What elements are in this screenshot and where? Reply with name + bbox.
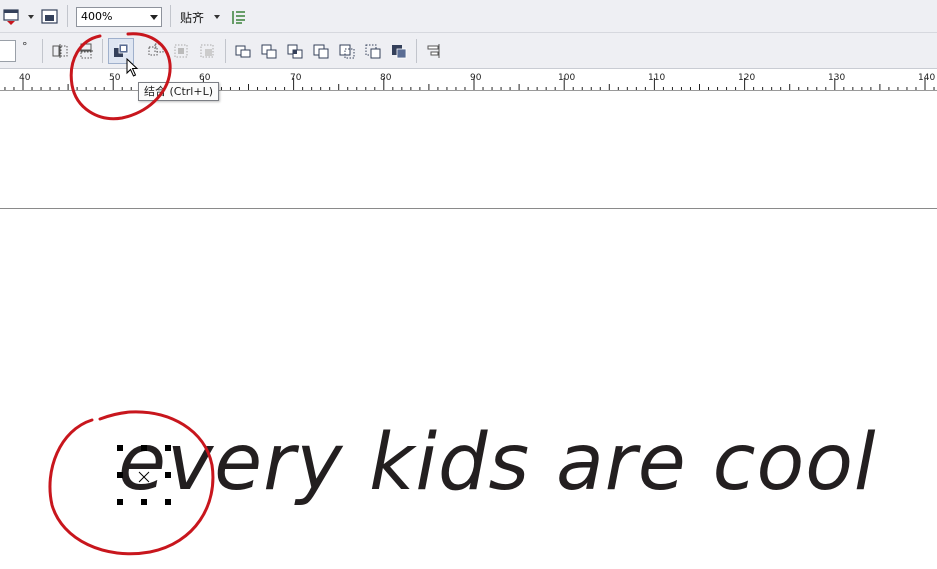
ruler-label: 120	[738, 73, 756, 83]
degree-unit: °	[22, 40, 28, 53]
selection-handle[interactable]	[117, 445, 123, 451]
group-icon[interactable]	[172, 41, 192, 61]
canvas-text-object[interactable]: every kids are cool	[118, 424, 877, 502]
snap-to-button[interactable]: 贴齐	[180, 9, 204, 26]
front-minus-back-icon[interactable]	[337, 41, 357, 61]
ruler-label: 80	[380, 73, 392, 83]
intersect-icon[interactable]	[285, 41, 305, 61]
snap-dropdown-icon[interactable]	[214, 15, 220, 19]
boundary-icon[interactable]	[389, 41, 409, 61]
ruler-label: 100	[558, 73, 576, 83]
ruler-label: 90	[470, 73, 482, 83]
selection-handle[interactable]	[165, 445, 171, 451]
selection-handle[interactable]	[141, 499, 147, 505]
align-icon[interactable]	[424, 41, 444, 61]
selection-handle[interactable]	[165, 499, 171, 505]
page-setup-icon[interactable]	[2, 7, 22, 27]
break-apart-icon[interactable]	[146, 41, 166, 61]
snap-options-icon[interactable]	[229, 7, 249, 27]
selection-handle[interactable]	[141, 445, 147, 451]
zoom-value: 400%	[81, 10, 113, 23]
rotation-angle-input[interactable]	[0, 40, 16, 62]
center-marker-icon	[138, 471, 150, 483]
trim-icon[interactable]	[259, 41, 279, 61]
ungroup-icon[interactable]	[198, 41, 218, 61]
mouse-cursor-icon	[126, 58, 139, 77]
ruler-label: 140	[918, 73, 936, 83]
selection-handle[interactable]	[165, 472, 171, 478]
selection-handle[interactable]	[117, 472, 123, 478]
page-border	[0, 208, 937, 209]
view-mode-icon[interactable]	[40, 7, 60, 27]
weld-icon[interactable]	[233, 41, 253, 61]
mirror-vertical-icon[interactable]	[76, 41, 96, 61]
simplify-icon[interactable]	[311, 41, 331, 61]
ruler-label: 50	[109, 73, 121, 83]
dropdown-icon[interactable]	[28, 15, 34, 19]
ruler-label: 70	[290, 73, 302, 83]
back-minus-front-icon[interactable]	[363, 41, 383, 61]
ruler-label: 40	[19, 73, 31, 83]
ruler-label: 130	[828, 73, 846, 83]
property-bar-top: 400% 贴齐	[0, 0, 937, 33]
mirror-horizontal-icon[interactable]	[50, 41, 70, 61]
combine-tooltip: 结合 (Ctrl+L)	[138, 82, 219, 101]
selection-handle[interactable]	[117, 499, 123, 505]
ruler-label: 110	[648, 73, 666, 83]
chevron-down-icon	[150, 15, 158, 20]
zoom-dropdown[interactable]: 400%	[76, 7, 162, 27]
property-bar-object: °	[0, 33, 937, 69]
